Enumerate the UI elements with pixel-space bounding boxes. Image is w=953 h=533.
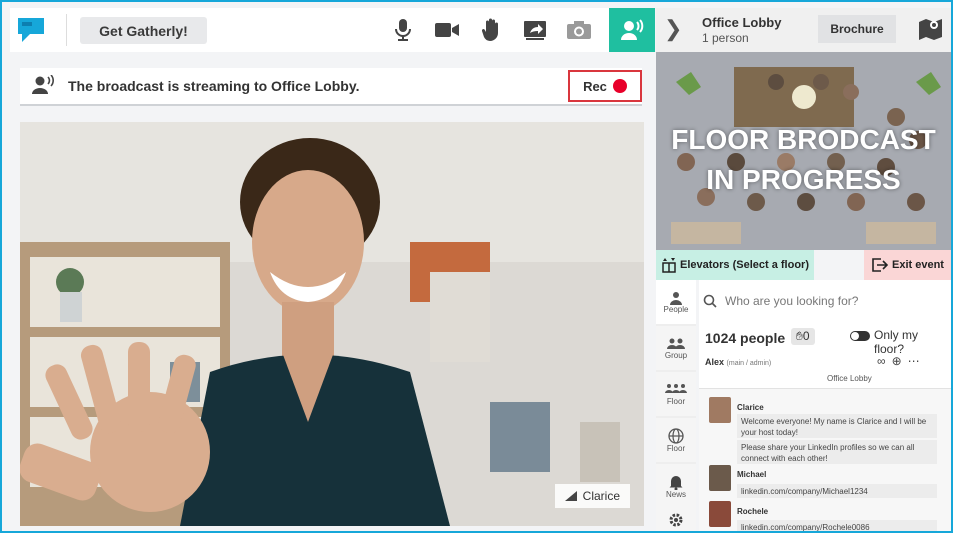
microphone-button[interactable] (381, 8, 425, 52)
floor-overlay-line-2: IN PROGRESS (706, 164, 901, 195)
broadcast-icon (621, 19, 644, 40)
people-count: 1024 people (705, 330, 786, 346)
exit-event-button[interactable]: Exit event (864, 250, 951, 280)
raise-hand-icon (481, 18, 498, 41)
link-icon[interactable]: ∞ (877, 354, 892, 368)
people-search[interactable]: Who are you looking for? (703, 288, 949, 314)
search-input[interactable]: Who are you looking for? (725, 294, 858, 308)
chat-message: linkedin.com/company/Michael1234 (737, 484, 937, 498)
broadcast-button[interactable] (609, 8, 655, 52)
nav-news-label: News (665, 489, 686, 499)
record-dot-icon (612, 79, 627, 93)
exit-icon (872, 258, 888, 272)
floor-overlay-line-1: FLOOR BRODCAST (671, 124, 936, 155)
elevator-icon (662, 258, 676, 273)
app-window: Get Gatherly! The broadcast is streaming… (0, 0, 953, 533)
chat-author: Clarice (737, 403, 764, 412)
nav-group[interactable]: Group (656, 326, 696, 370)
globe-icon (668, 427, 684, 444)
nav-news[interactable]: News (656, 464, 696, 508)
room-header: ❯ Office Lobby 1 person Brochure (656, 8, 951, 52)
chat-author: Rochele (737, 507, 769, 516)
collapse-chevron-icon[interactable]: ❯ (664, 16, 682, 42)
nav-floor[interactable]: Floor (656, 372, 696, 416)
camera-icon (567, 21, 591, 39)
map-icon[interactable] (918, 16, 944, 42)
elevators-label: Elevators (Select a floor) (680, 259, 809, 271)
broadcast-speaker-icon (32, 75, 54, 94)
raise-hand-button[interactable] (469, 8, 513, 52)
broadcast-message: The broadcast is streaming to Office Lob… (68, 78, 360, 94)
nav-floor-label: Floor (666, 396, 686, 406)
room-occupancy: 1 person (702, 31, 749, 45)
share-screen-icon (524, 21, 546, 40)
brochure-button[interactable]: Brochure (818, 15, 896, 43)
nav-settings[interactable] (656, 508, 696, 531)
host-location: Office Lobby (827, 374, 872, 383)
get-gatherly-button[interactable]: Get Gatherly! (80, 17, 207, 44)
chat-message: Welcome everyone! My name is Clarice and… (737, 414, 937, 438)
video-button[interactable] (425, 8, 469, 52)
chat-message: Please share your LinkedIn profiles so w… (737, 440, 937, 464)
chat-feed: Clarice Welcome everyone! My name is Cla… (699, 388, 951, 531)
gear-icon (669, 513, 683, 526)
nav-people[interactable]: People (656, 280, 696, 324)
chat-author: Michael (737, 470, 767, 479)
room-title: Office Lobby (702, 15, 782, 30)
locate-icon[interactable]: ⊕ (892, 354, 908, 368)
more-icon[interactable]: ⋯ (908, 354, 926, 368)
video-camera-icon (435, 23, 459, 37)
host-name: Alex (705, 357, 725, 367)
nav-group-label: Group (664, 350, 688, 360)
exit-label: Exit event (892, 259, 944, 271)
raised-hands-value: 0 (802, 329, 810, 343)
group-icon (667, 338, 685, 349)
nav-globe-label: Floor (666, 443, 686, 453)
host-role: (main / admin) (726, 360, 772, 367)
raised-hands-count: ✋︎0 (791, 328, 815, 345)
gatherly-logo-icon[interactable] (14, 14, 48, 46)
broadcast-status-bar: The broadcast is streaming to Office Lob… (20, 68, 642, 106)
nav-people-label: People (663, 304, 689, 314)
bell-icon (669, 475, 683, 490)
host-actions: ∞⊕⋯ (877, 354, 926, 368)
share-screen-button[interactable] (513, 8, 557, 52)
broadcast-video: Clarice (20, 122, 644, 526)
participant-name: Clarice (582, 489, 620, 503)
floor-broadcast-overlay: FLOOR BRODCAST IN PROGRESS (656, 120, 951, 200)
elevators-button[interactable]: Elevators (Select a floor) (656, 250, 814, 280)
camera-button[interactable] (557, 8, 601, 52)
floor-map[interactable]: FLOOR BRODCAST IN PROGRESS (656, 52, 951, 250)
host-entry[interactable]: Alex (main / admin) (705, 357, 771, 367)
nav-floor-globe[interactable]: Floor (656, 418, 696, 462)
microphone-icon (395, 19, 411, 41)
avatar (709, 465, 731, 491)
avatar (709, 501, 731, 527)
record-label: Rec (583, 78, 607, 94)
signal-icon (564, 491, 577, 501)
only-my-floor-toggle[interactable] (850, 331, 870, 341)
video-frame-image (20, 122, 644, 526)
search-icon (703, 294, 717, 308)
side-navigation: People Group Floor Floor News (656, 280, 696, 531)
only-my-floor-label: Only my floor? (874, 328, 919, 356)
toolbar-divider (66, 14, 67, 46)
record-button[interactable]: Rec (568, 70, 642, 102)
person-icon (670, 291, 682, 305)
floor-icon (665, 383, 687, 393)
chat-message: linkedin.com/company/Rochele0086 (737, 520, 937, 531)
participant-name-tag: Clarice (554, 484, 630, 508)
avatar (709, 397, 731, 423)
top-toolbar: Get Gatherly! (10, 8, 655, 52)
